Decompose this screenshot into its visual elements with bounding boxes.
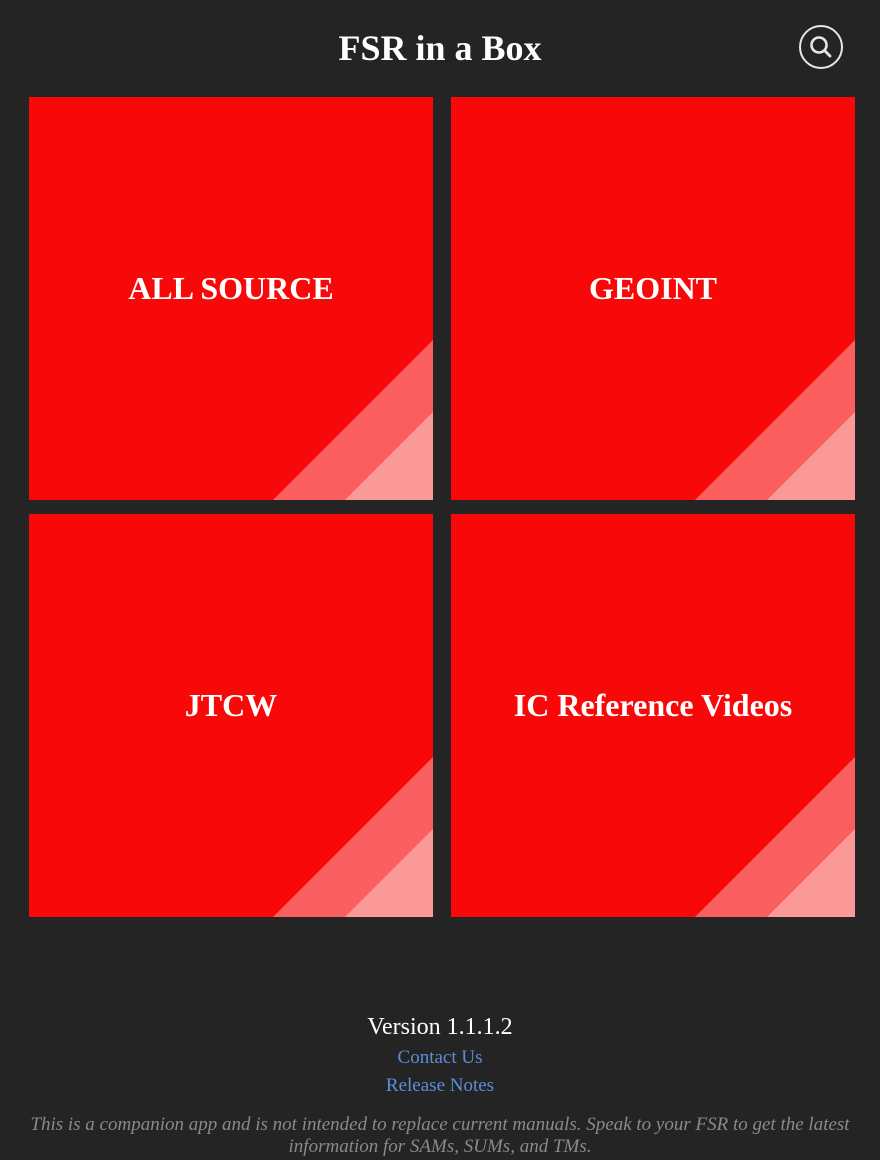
footer: Version 1.1.1.2 Contact Us Release Notes…	[0, 1010, 880, 1158]
search-icon	[810, 36, 832, 58]
tile-jtcw[interactable]: JTCW	[29, 514, 433, 917]
header: FSR in a Box	[0, 0, 880, 97]
release-notes-link[interactable]: Release Notes	[0, 1072, 880, 1100]
tile-geoint[interactable]: GEOINT	[451, 97, 855, 500]
app-root: FSR in a Box ALL SOURCE GEOINT JTCW IC R…	[0, 0, 880, 1160]
version-text: Version 1.1.1.2	[367, 1014, 513, 1040]
disclaimer-text: This is a companion app and is not inten…	[30, 1114, 850, 1157]
tile-label: IC Reference Videos	[513, 687, 793, 723]
search-button[interactable]	[799, 25, 843, 69]
tile-label: ALL SOURCE	[128, 270, 334, 306]
tile-ic-reference-videos[interactable]: IC Reference Videos	[451, 514, 855, 917]
page-title: FSR in a Box	[338, 28, 542, 68]
tile-label: GEOINT	[588, 270, 718, 306]
tile-label: JTCW	[184, 687, 278, 723]
tile-all-source[interactable]: ALL SOURCE	[29, 97, 433, 500]
contact-us-link[interactable]: Contact Us	[0, 1044, 880, 1072]
